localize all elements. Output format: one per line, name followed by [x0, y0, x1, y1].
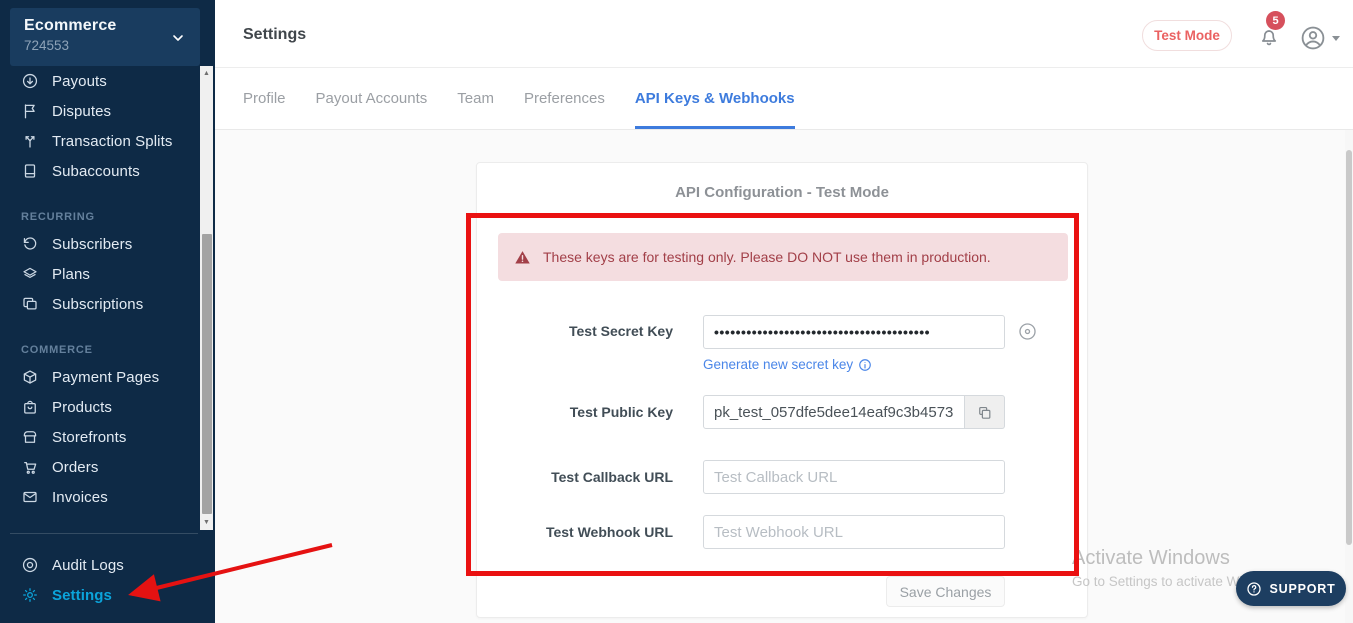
question-mark-icon	[1246, 581, 1262, 597]
info-icon	[858, 358, 872, 372]
transaction-splits-icon	[21, 132, 39, 150]
section-header-commerce: COMMERCE	[0, 319, 200, 362]
user-avatar-icon[interactable]	[1300, 25, 1326, 51]
test-keys-warning-banner: These keys are for testing only. Please …	[498, 233, 1068, 281]
public-key-input[interactable]	[703, 395, 965, 429]
app-window: Ecommerce 724553 Payouts Disputes Transact…	[0, 0, 1353, 623]
subaccounts-icon	[21, 162, 39, 180]
sidebar-item-label: Subscribers	[52, 236, 132, 253]
generate-secret-key-link[interactable]: Generate new secret key	[703, 357, 872, 372]
warning-triangle-icon	[514, 249, 531, 266]
storefronts-icon	[21, 428, 39, 446]
tab-payout-accounts[interactable]: Payout Accounts	[316, 68, 428, 129]
warning-text: These keys are for testing only. Please …	[543, 249, 991, 265]
api-configuration-card: API Configuration - Test Mode These keys…	[476, 162, 1088, 618]
page-title: Settings	[243, 26, 306, 44]
tab-preferences[interactable]: Preferences	[524, 68, 605, 129]
test-mode-button[interactable]: Test Mode	[1142, 20, 1232, 51]
settings-icon	[21, 586, 39, 604]
sidebar-item-label: Subaccounts	[52, 163, 140, 180]
plans-icon	[21, 265, 39, 283]
sidebar-scrollbar[interactable]: ▲ ▼	[200, 66, 213, 530]
sidebar-item-invoices[interactable]: Invoices	[0, 482, 200, 512]
business-id: 724553	[24, 38, 186, 53]
public-key-label: Test Public Key	[477, 404, 673, 420]
sidebar-item-label: Storefronts	[52, 429, 126, 446]
support-button[interactable]: SUPPORT	[1236, 571, 1346, 606]
audit-logs-icon	[21, 556, 39, 574]
sidebar-item-payment-pages[interactable]: Payment Pages	[0, 362, 200, 392]
sidebar-item-disputes[interactable]: Disputes	[0, 96, 200, 126]
sidebar-item-subaccounts[interactable]: Subaccounts	[0, 156, 200, 186]
card-title: API Configuration - Test Mode	[477, 184, 1087, 201]
scroll-down-arrow-icon[interactable]: ▼	[200, 515, 213, 530]
invoices-icon	[21, 488, 39, 506]
generate-secret-key-text: Generate new secret key	[703, 357, 853, 372]
sidebar-item-label: Invoices	[52, 489, 108, 506]
sidebar-item-subscribers[interactable]: Subscribers	[0, 229, 200, 259]
sidebar-item-label: Settings	[52, 587, 112, 604]
sidebar-nav: Payouts Disputes Transaction Splits Subacco…	[0, 66, 200, 530]
sidebar-item-plans[interactable]: Plans	[0, 259, 200, 289]
sidebar: Ecommerce 724553 Payouts Disputes Transact…	[0, 0, 215, 623]
webhook-url-label: Test Webhook URL	[477, 524, 673, 540]
sidebar-item-label: Transaction Splits	[52, 133, 172, 150]
sidebar-item-label: Orders	[52, 459, 98, 476]
sidebar-item-label: Subscriptions	[52, 296, 143, 313]
sidebar-item-label: Plans	[52, 266, 90, 283]
disputes-icon	[21, 102, 39, 120]
business-name: Ecommerce	[24, 17, 186, 35]
payouts-icon	[21, 72, 39, 90]
copy-icon	[976, 404, 993, 421]
tab-team[interactable]: Team	[457, 68, 494, 129]
sidebar-item-storefronts[interactable]: Storefronts	[0, 422, 200, 452]
payment-pages-icon	[21, 368, 39, 386]
callback-url-label: Test Callback URL	[477, 469, 673, 485]
sidebar-item-audit-logs[interactable]: Audit Logs	[0, 550, 200, 580]
sidebar-item-label: Audit Logs	[52, 557, 124, 574]
avatar-dropdown-caret-icon[interactable]	[1332, 36, 1340, 41]
sidebar-item-label: Disputes	[52, 103, 111, 120]
callback-url-input[interactable]	[703, 460, 1005, 494]
sidebar-divider	[10, 533, 198, 534]
tab-profile[interactable]: Profile	[243, 68, 286, 129]
sidebar-item-label: Products	[52, 399, 112, 416]
top-bar: Settings Test Mode 5	[215, 0, 1353, 68]
sidebar-item-products[interactable]: Products	[0, 392, 200, 422]
chevron-down-icon	[170, 30, 186, 46]
sidebar-item-orders[interactable]: Orders	[0, 452, 200, 482]
sidebar-item-payouts[interactable]: Payouts	[0, 66, 200, 96]
copy-public-key-button[interactable]	[965, 395, 1005, 429]
notification-count-badge: 5	[1266, 11, 1285, 30]
orders-icon	[21, 458, 39, 476]
save-changes-button[interactable]: Save Changes	[886, 576, 1005, 607]
page-scrollbar-thumb[interactable]	[1346, 150, 1352, 545]
watermark-line1: Activate Windows	[1072, 547, 1281, 570]
sidebar-footer: Audit Logs Settings	[0, 550, 200, 610]
sidebar-item-transaction-splits[interactable]: Transaction Splits	[0, 126, 200, 156]
section-header-recurring: RECURRING	[0, 186, 200, 229]
business-switcher[interactable]: Ecommerce 724553	[10, 8, 200, 66]
products-icon	[21, 398, 39, 416]
reveal-secret-eye-icon[interactable]	[1017, 321, 1038, 342]
secret-key-label: Test Secret Key	[477, 323, 673, 339]
tab-api-keys-webhooks[interactable]: API Keys & Webhooks	[635, 68, 795, 129]
sidebar-scrollbar-thumb[interactable]	[202, 234, 212, 514]
support-label: SUPPORT	[1269, 582, 1335, 596]
sidebar-item-subscriptions[interactable]: Subscriptions	[0, 289, 200, 319]
subscriptions-icon	[21, 295, 39, 313]
sidebar-item-label: Payment Pages	[52, 369, 159, 386]
scroll-up-arrow-icon[interactable]: ▲	[200, 66, 213, 81]
settings-tabs: Profile Payout Accounts Team Preferences API…	[215, 68, 1353, 130]
sidebar-item-label: Payouts	[52, 73, 107, 90]
webhook-url-input[interactable]	[703, 515, 1005, 549]
subscribers-icon	[21, 235, 39, 253]
sidebar-item-settings[interactable]: Settings	[0, 580, 200, 610]
secret-key-input[interactable]	[703, 315, 1005, 349]
